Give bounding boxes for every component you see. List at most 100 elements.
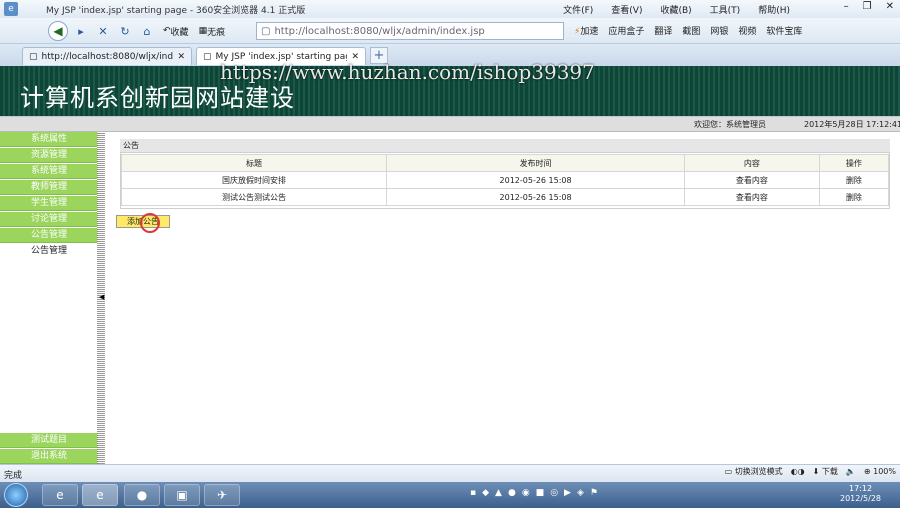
mask-icon: ▦ — [198, 26, 208, 36]
nav-tools: ⚡加速 应用盒子 翻译 截图 网银 视频 软件宝库 — [574, 24, 802, 37]
delete-link[interactable]: 删除 — [818, 188, 890, 206]
taskbar-clock[interactable]: 17:12 2012/5/28 — [840, 484, 881, 504]
tab-close-icon[interactable]: ✕ — [177, 52, 185, 62]
table-header-row: 标题 发布时间 内容 操作 — [120, 154, 890, 172]
sidebar-item-tests[interactable]: 测试题目 — [0, 433, 98, 448]
menu-file[interactable]: 文件(F) — [563, 3, 593, 16]
download-button[interactable]: ⬇ 下载 — [813, 466, 838, 477]
back-icon[interactable]: ◀ — [48, 21, 68, 41]
screenshot-button[interactable]: 截图 — [682, 24, 700, 37]
sidebar-item-system-props[interactable]: 系统属性 — [0, 132, 98, 147]
notice-title: 国庆放假时间安排 — [120, 171, 388, 189]
watermark-text: https://www.huzhan.com/ishop39397 — [220, 60, 595, 84]
delete-link[interactable]: 删除 — [818, 171, 890, 189]
switch-mode-button[interactable]: ▭ 切换浏览模式 — [725, 466, 783, 477]
sidebar-item-resources[interactable]: 资源管理 — [0, 148, 98, 163]
notice-date: 2012-05-26 15:08 — [386, 188, 686, 206]
col-action: 操作 — [818, 154, 890, 172]
sidebar-item-notice[interactable]: 公告管理 — [0, 228, 98, 243]
col-date: 发布时间 — [386, 154, 686, 172]
menu-view[interactable]: 查看(V) — [611, 3, 642, 16]
view-content-link[interactable]: 查看内容 — [684, 171, 820, 189]
window-controls: – ❐ ✕ — [844, 1, 894, 12]
address-text: http://localhost:8080/wljx/admin/index.j… — [274, 25, 485, 37]
tray-icon[interactable]: ■ — [536, 488, 545, 498]
notice-date: 2012-05-26 15:08 — [386, 171, 686, 189]
home-icon[interactable]: ⌂ — [138, 22, 156, 40]
tray-icon[interactable]: ● — [508, 488, 516, 498]
app-box-button[interactable]: 应用盒子 — [608, 24, 644, 37]
window-title: My JSP 'index.jsp' starting page - 360安全… — [46, 6, 306, 16]
notice-table: 标题 发布时间 内容 操作 国庆放假时间安排 2012-05-26 15:08 … — [120, 154, 890, 206]
video-button[interactable]: 视频 — [738, 24, 756, 37]
browser-taskbar-icon[interactable]: e — [82, 484, 118, 506]
system-tray: ▪ ◆ ▲ ● ◉ ■ ◎ ▶ ◈ ⚑ — [470, 488, 598, 498]
notice-title: 测试公告测试公告 — [120, 188, 388, 206]
undo-icon: ↶ — [163, 26, 171, 36]
translate-button[interactable]: 翻译 — [654, 24, 672, 37]
ie-taskbar-icon[interactable]: e — [42, 484, 78, 506]
menu-favorites[interactable]: 收藏(B) — [660, 3, 691, 16]
col-title: 标题 — [120, 154, 388, 172]
eclipse-taskbar-icon[interactable]: ● — [124, 484, 160, 506]
close-icon[interactable]: ✕ — [886, 1, 894, 12]
tray-icon[interactable]: ▶ — [564, 488, 571, 498]
menu-tools[interactable]: 工具(T) — [710, 3, 741, 16]
clock-time: 17:12 — [848, 484, 873, 493]
table-row: 国庆放假时间安排 2012-05-26 15:08 查看内容 删除 — [120, 171, 890, 189]
status-text: 完成 — [4, 471, 23, 481]
start-button-icon[interactable] — [4, 483, 28, 507]
restore-icon[interactable]: ❐ — [863, 1, 872, 12]
zoom-control[interactable]: ⊕ 100% — [864, 467, 896, 476]
page-icon: ▢ — [203, 51, 212, 62]
view-content-link[interactable]: 查看内容 — [684, 188, 820, 206]
sidebar-item-logout[interactable]: 退出系统 — [0, 449, 98, 464]
sound-icon[interactable]: 🔈 — [846, 467, 856, 476]
no-trace-button[interactable]: ▦ 无痕 — [196, 22, 229, 40]
page-icon: ▢ — [261, 25, 271, 37]
sidebar-item-system[interactable]: 系统管理 — [0, 164, 98, 179]
tray-icon[interactable]: ◈ — [577, 488, 584, 498]
tray-icon[interactable]: ◆ — [482, 488, 489, 498]
tray-icon[interactable]: ◉ — [522, 488, 530, 498]
sidebar-item-discussion[interactable]: 讨论管理 — [0, 212, 98, 227]
sidebar: 系统属性 资源管理 系统管理 教师管理 学生管理 讨论管理 公告管理 公告管理 — [0, 132, 98, 464]
minimize-icon[interactable]: – — [844, 1, 849, 12]
toggle-icon[interactable]: ◐◑ — [791, 467, 805, 476]
status-tools: ▭ 切换浏览模式 ◐◑ ⬇ 下载 🔈 ⊕ 100% — [725, 466, 896, 477]
refresh-icon[interactable]: ↻ — [116, 22, 134, 40]
zoom-icon: ⊕ — [863, 467, 871, 476]
sidebar-item-students[interactable]: 学生管理 — [0, 196, 98, 211]
tray-icon[interactable]: ◎ — [550, 488, 558, 498]
app-taskbar-icon[interactable]: ▣ — [164, 484, 200, 506]
browser-window: e My JSP 'index.jsp' starting page - 360… — [0, 0, 900, 508]
plane-taskbar-icon[interactable]: ✈ — [204, 484, 240, 506]
clock-date: 2012/5/28 — [840, 494, 882, 503]
favorite-button[interactable]: ↶ 收藏 — [160, 22, 192, 40]
download-icon: ⬇ — [812, 467, 820, 476]
bank-button[interactable]: 网银 — [710, 24, 728, 37]
accelerate-button[interactable]: ⚡加速 — [574, 24, 598, 37]
col-content: 内容 — [684, 154, 820, 172]
tab-1[interactable]: ▢ http://localhost:8080/wljx/index.js...… — [22, 47, 192, 65]
address-bar[interactable]: ▢ http://localhost:8080/wljx/admin/index… — [256, 22, 564, 40]
browser-logo-icon: e — [4, 2, 18, 16]
notice-panel-title: 公告 — [120, 139, 890, 153]
table-row: 测试公告测试公告 2012-05-26 15:08 查看内容 删除 — [120, 188, 890, 206]
sidebar-bottom: 测试题目 退出系统 — [0, 433, 98, 465]
menu-help[interactable]: 帮助(H) — [758, 3, 790, 16]
sidebar-item-teachers[interactable]: 教师管理 — [0, 180, 98, 195]
software-button[interactable]: 软件宝库 — [766, 24, 802, 37]
tab-label: http://localhost:8080/wljx/index.js... — [41, 51, 174, 62]
top-menu: 文件(F) 查看(V) 收藏(B) 工具(T) 帮助(H) — [563, 3, 790, 16]
welcome-text: 欢迎您：系统管理员 — [694, 120, 766, 129]
monitor-icon: ▭ — [724, 467, 733, 476]
forward-icon[interactable]: ▸ — [72, 22, 90, 40]
tray-icon[interactable]: ▪ — [470, 488, 476, 498]
tray-icon[interactable]: ⚑ — [590, 488, 598, 498]
sidebar-subitem-notice[interactable]: 公告管理 — [0, 244, 98, 259]
tray-icon[interactable]: ▲ — [495, 488, 502, 498]
datetime-text: 2012年5月28日 17:12:41 — [804, 120, 900, 129]
collapse-arrow-icon[interactable]: ◀ — [99, 293, 104, 301]
stop-icon[interactable]: ✕ — [94, 22, 112, 40]
